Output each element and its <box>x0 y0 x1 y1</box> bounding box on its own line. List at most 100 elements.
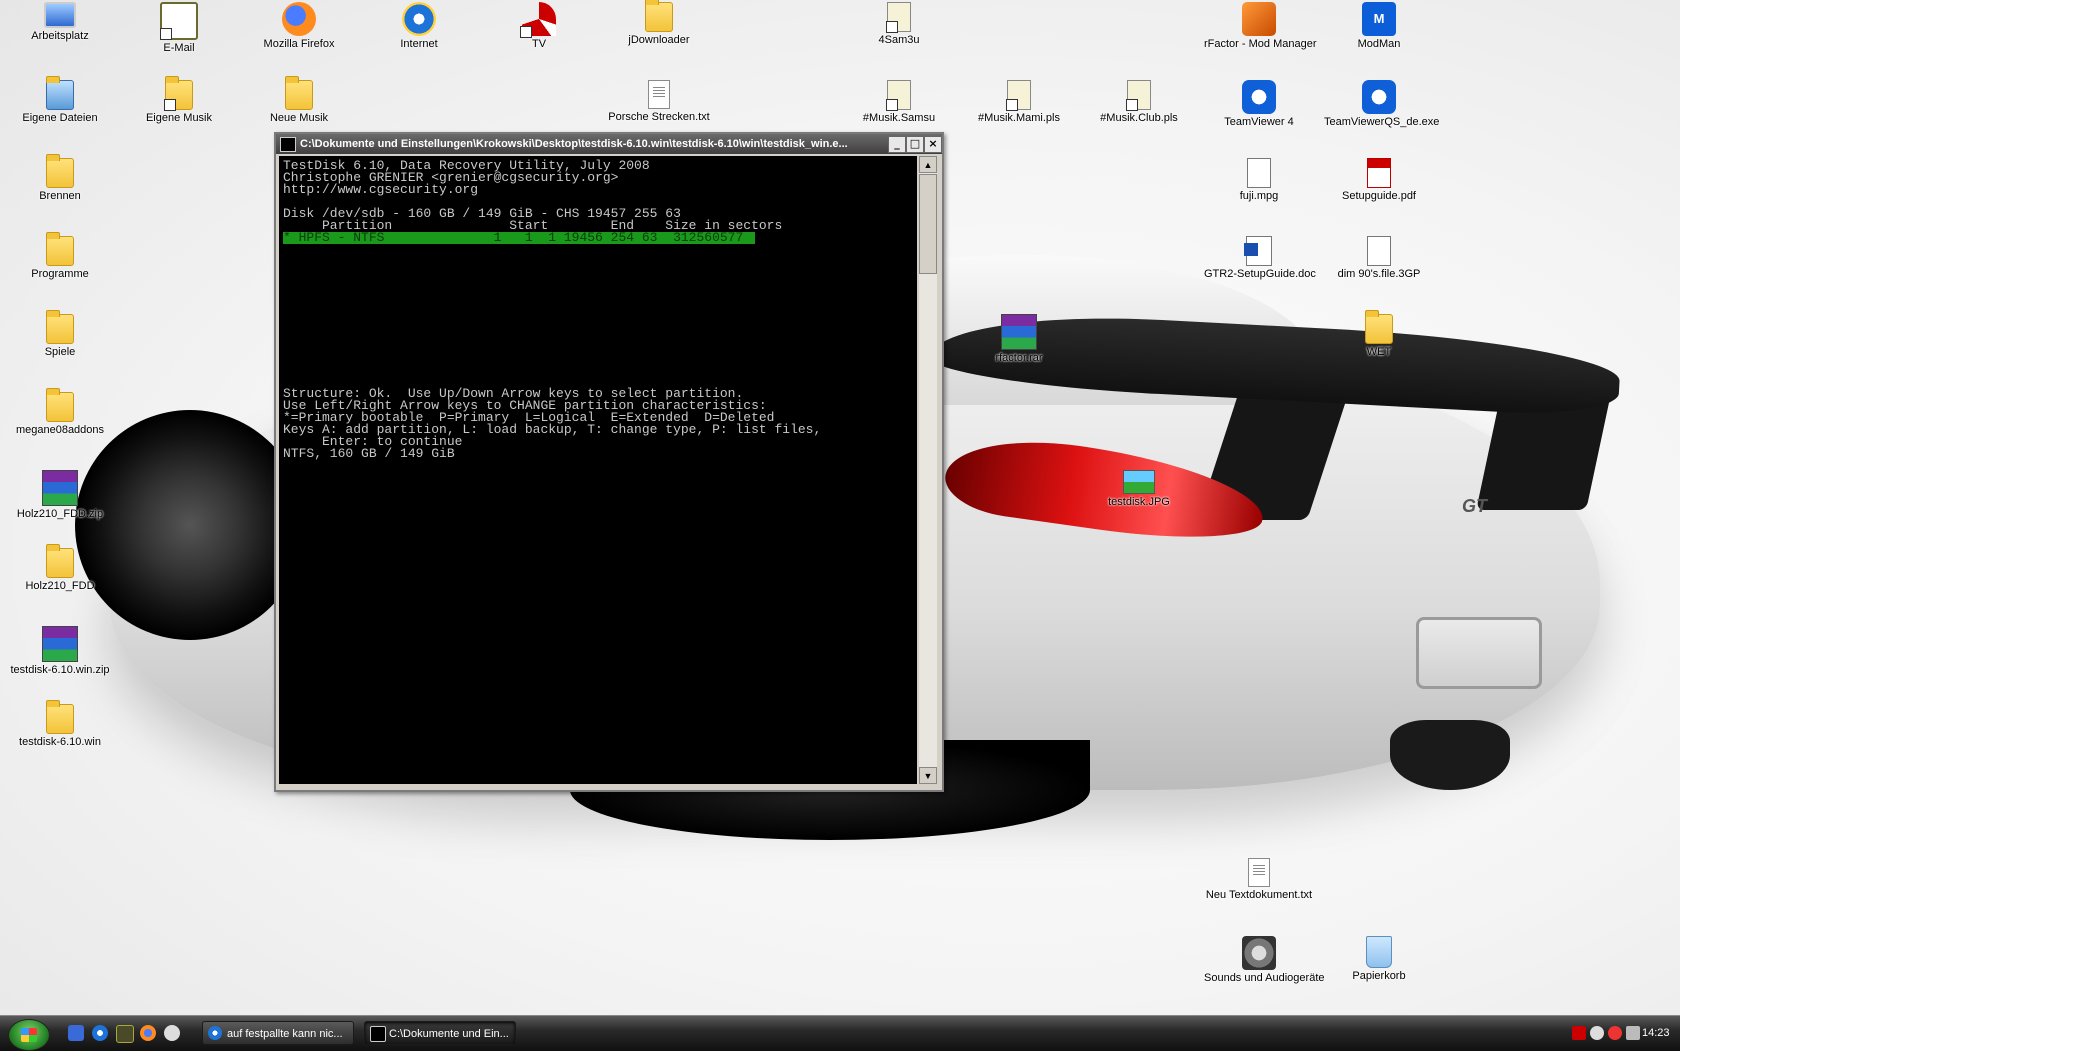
recycle-bin-icon <box>1366 936 1392 968</box>
folder-icon <box>46 310 74 344</box>
desktop-icon-musik-samsu[interactable]: #Musik.Samsu <box>844 80 954 124</box>
icon-label: E-Mail <box>163 42 195 54</box>
clock[interactable]: 14:23 <box>1642 1021 1670 1045</box>
desktop-icon-brennen[interactable]: Brennen <box>5 154 115 202</box>
icon-label: testdisk-6.10.win <box>19 736 101 748</box>
desktop-icon-sounds[interactable]: Sounds und Audiogeräte <box>1204 936 1325 984</box>
media-player-icon[interactable] <box>164 1025 180 1041</box>
desktop-icon-teamviewer4[interactable]: TeamViewer 4 <box>1204 80 1314 128</box>
desktop-icon-megane08addons[interactable]: megane08addons <box>5 388 115 436</box>
desktop-icon-spiele[interactable]: Spiele <box>5 310 115 358</box>
desktop-icon-testdisk-jpg[interactable]: testdisk.JPG <box>1084 470 1194 508</box>
icon-label: Setupguide.pdf <box>1341 190 1416 202</box>
icon-label: testdisk-6.10.win.zip <box>10 664 110 676</box>
desktop-icon-programme[interactable]: Programme <box>5 232 115 280</box>
folder-icon <box>46 544 74 578</box>
desktop-icon-email[interactable]: E-Mail <box>124 2 234 54</box>
desktop-icon-tv[interactable]: TV <box>484 2 594 50</box>
desktop-icon-jdownloader[interactable]: jDownloader <box>604 0 714 46</box>
taskbar-button-browser[interactable]: auf festpallte kann nic... <box>202 1021 354 1045</box>
wallpaper-car-wheel <box>75 410 305 640</box>
scroll-down-arrow-icon[interactable]: ▼ <box>919 767 937 784</box>
window-titlebar[interactable]: C:\Dokumente und Einstellungen\Krokowski… <box>276 134 942 154</box>
desktop-icon-teamviewerqs[interactable]: TeamViewerQS_de.exe <box>1324 80 1439 128</box>
media-file-icon <box>1367 236 1391 266</box>
modman-icon: M <box>1362 2 1396 36</box>
desktop-icon-4sam3u[interactable]: 4Sam3u <box>844 2 954 46</box>
scroll-up-arrow-icon[interactable]: ▲ <box>919 156 937 173</box>
icon-label: Arbeitsplatz <box>31 30 89 42</box>
mail-icon <box>160 2 198 40</box>
vertical-scrollbar[interactable]: ▲ ▼ <box>919 156 937 784</box>
desktop-icon-internet[interactable]: Internet <box>364 2 474 50</box>
desktop-icon-neu-textdokument[interactable]: Neu Textdokument.txt <box>1204 858 1314 901</box>
desktop-icon-arbeitsplatz[interactable]: Arbeitsplatz <box>5 2 115 42</box>
folder-icon <box>46 154 74 188</box>
volume-icon[interactable] <box>1590 1026 1604 1040</box>
windows-logo-icon <box>21 1028 37 1042</box>
console-icon <box>280 137 296 152</box>
desktop[interactable]: GT Arbeitsplatz E-Mail Mozilla Firefox I… <box>0 0 1680 1015</box>
show-desktop-icon[interactable] <box>68 1025 84 1041</box>
desktop-icon-rfactor-mod-manager[interactable]: rFactor - Mod Manager <box>1204 2 1317 50</box>
firefox-icon[interactable] <box>140 1025 156 1041</box>
text-file-icon <box>1248 858 1270 887</box>
video-file-icon <box>1247 158 1271 188</box>
teamviewer-icon <box>1362 80 1396 114</box>
desktop-icon-setupguide[interactable]: Setupguide.pdf <box>1324 158 1434 202</box>
scrollbar-thumb[interactable] <box>919 174 937 274</box>
desktop-icon-neue-musik[interactable]: Neue Musik <box>244 76 354 124</box>
unused-screen-area <box>1680 0 2094 1050</box>
desktop-icon-holz-zip[interactable]: Holz210_FDD.zip <box>5 470 115 520</box>
folder-icon <box>645 0 673 32</box>
wallpaper-license-plate <box>1416 617 1542 689</box>
folder-icon <box>46 232 74 266</box>
desktop-icon-firefox[interactable]: Mozilla Firefox <box>244 2 354 50</box>
desktop-icon-wet[interactable]: WET <box>1324 310 1434 358</box>
taskbar-button-console[interactable]: C:\Dokumente und Ein... <box>364 1021 516 1045</box>
icon-label: jDownloader <box>628 34 690 46</box>
icon-label: Brennen <box>39 190 81 202</box>
desktop-icon-dim-3gp[interactable]: dim 90's.file.3GP <box>1324 236 1434 280</box>
desktop-icon-holz-folder[interactable]: Holz210_FDD <box>5 544 115 592</box>
start-button[interactable] <box>8 1019 50 1051</box>
network-icon[interactable] <box>1626 1026 1640 1040</box>
desktop-icon-musik-club[interactable]: #Musik.Club.pls <box>1084 80 1194 124</box>
desktop-icon-fuji[interactable]: fuji.mpg <box>1204 158 1314 202</box>
desktop-icon-testdisk-zip[interactable]: testdisk-6.10.win.zip <box>5 626 115 676</box>
mail-icon[interactable] <box>116 1025 134 1043</box>
desktop-icon-gtr2-setupguide[interactable]: GTR2-SetupGuide.doc <box>1204 236 1316 280</box>
antivir-icon[interactable] <box>1608 1026 1622 1040</box>
icon-label: Neue Musik <box>269 112 329 124</box>
console-icon <box>370 1026 386 1042</box>
firefox-icon <box>282 2 316 36</box>
icon-label: ModMan <box>1357 38 1401 50</box>
desktop-icon-modman[interactable]: M ModMan <box>1324 2 1434 50</box>
maximize-button[interactable]: □ <box>906 136 924 153</box>
word-file-icon <box>1244 236 1272 266</box>
icon-label: TeamViewer 4 <box>1224 116 1294 128</box>
icon-label: rFactor - Mod Manager <box>1204 38 1317 50</box>
desktop-icon-rfactor-rar[interactable]: rfactor.rar <box>964 314 1074 364</box>
desktop-icon-eigene-musik[interactable]: Eigene Musik <box>124 76 234 124</box>
desktop-icon-porsche-strecken[interactable]: Porsche Strecken.txt <box>604 80 714 123</box>
playlist-icon <box>1126 80 1151 111</box>
selected-partition-row[interactable]: * HPFS - NTFS 1 1 1 19456 254 63 3125605… <box>283 231 755 244</box>
task-label: auf festpallte kann nic... <box>227 1028 343 1040</box>
desktop-icon-musik-mami[interactable]: #Musik.Mami.pls <box>964 80 1074 124</box>
my-music-icon <box>164 76 193 111</box>
icon-label: TV <box>531 38 547 50</box>
desktop-icon-eigene-dateien[interactable]: Eigene Dateien <box>5 76 115 124</box>
rar-archive-icon <box>42 626 78 662</box>
close-button[interactable]: × <box>924 136 942 153</box>
pdf-file-icon <box>1367 158 1391 188</box>
desktop-icon-testdisk-folder[interactable]: testdisk-6.10.win <box>5 700 115 748</box>
ati-icon[interactable] <box>1572 1026 1586 1040</box>
console-output[interactable]: TestDisk 6.10, Data Recovery Utility, Ju… <box>279 156 917 784</box>
icon-label: Papierkorb <box>1352 970 1406 982</box>
testdisk-console-window[interactable]: C:\Dokumente und Einstellungen\Krokowski… <box>274 132 944 792</box>
minimize-button[interactable]: _ <box>888 136 906 153</box>
internet-explorer-icon[interactable] <box>92 1025 108 1041</box>
desktop-icon-papierkorb[interactable]: Papierkorb <box>1324 936 1434 982</box>
folder-icon <box>46 388 74 422</box>
